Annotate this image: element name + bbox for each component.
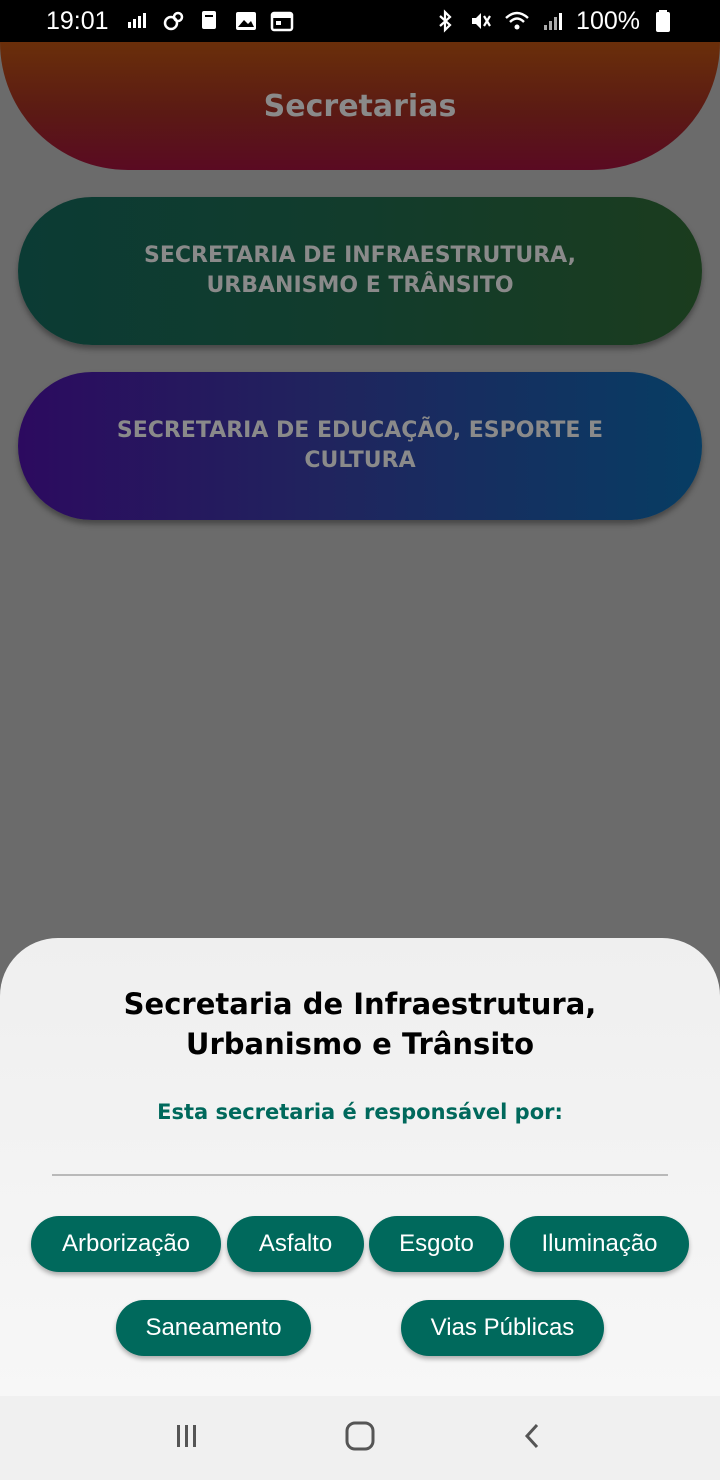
back-button[interactable] — [503, 1408, 563, 1468]
cell-signal-icon — [540, 8, 566, 34]
signal-bars-icon — [125, 8, 151, 34]
status-right: 100% — [432, 7, 676, 36]
page-title: Secretarias — [263, 88, 457, 124]
recents-button[interactable] — [157, 1408, 217, 1468]
divider — [52, 1174, 668, 1176]
status-bar: 19:01 100% — [0, 0, 720, 42]
home-icon — [343, 1419, 377, 1457]
mute-icon — [468, 8, 494, 34]
chip-iluminacao[interactable]: Iluminação — [510, 1216, 689, 1272]
card-label: SECRETARIA DE INFRAESTRUTURA, URBANISMO … — [144, 243, 576, 298]
card-secretaria-infraestrutura[interactable]: SECRETARIA DE INFRAESTRUTURA, URBANISMO … — [18, 197, 702, 345]
back-icon — [518, 1421, 548, 1455]
wifi-icon — [504, 8, 530, 34]
chip-esgoto[interactable]: Esgoto — [369, 1216, 504, 1272]
image-icon — [233, 8, 259, 34]
app-notification-icon — [197, 8, 223, 34]
bluetooth-icon — [432, 8, 458, 34]
chip-arborizacao[interactable]: Arborização — [31, 1216, 221, 1272]
battery-icon — [650, 8, 676, 34]
chip-vias-publicas[interactable]: Vias Públicas — [401, 1300, 604, 1356]
sheet-subtitle: Esta secretaria é responsável por: — [157, 1100, 563, 1124]
chip-saneamento[interactable]: Saneamento — [116, 1300, 311, 1356]
card-secretaria-educacao[interactable]: SECRETARIA DE EDUCAÇÃO, ESPORTE E CULTUR… — [18, 372, 702, 520]
weather-icon — [161, 8, 187, 34]
header-banner: Secretarias — [0, 42, 720, 170]
battery-percentage: 100% — [576, 6, 640, 35]
calendar-icon — [269, 8, 295, 34]
navigation-bar — [0, 1396, 720, 1480]
bottom-sheet: Secretaria de Infraestrutura, Urbanismo … — [0, 938, 720, 1396]
chip-asfalto[interactable]: Asfalto — [227, 1216, 364, 1272]
card-label: SECRETARIA DE EDUCAÇÃO, ESPORTE E CULTUR… — [116, 418, 604, 473]
status-time: 19:01 — [46, 6, 109, 35]
home-button[interactable] — [330, 1408, 390, 1468]
recents-icon — [172, 1421, 202, 1455]
sheet-title: Secretaria de Infraestrutura, Urbanismo … — [123, 987, 597, 1061]
status-left: 19:01 — [46, 7, 295, 36]
